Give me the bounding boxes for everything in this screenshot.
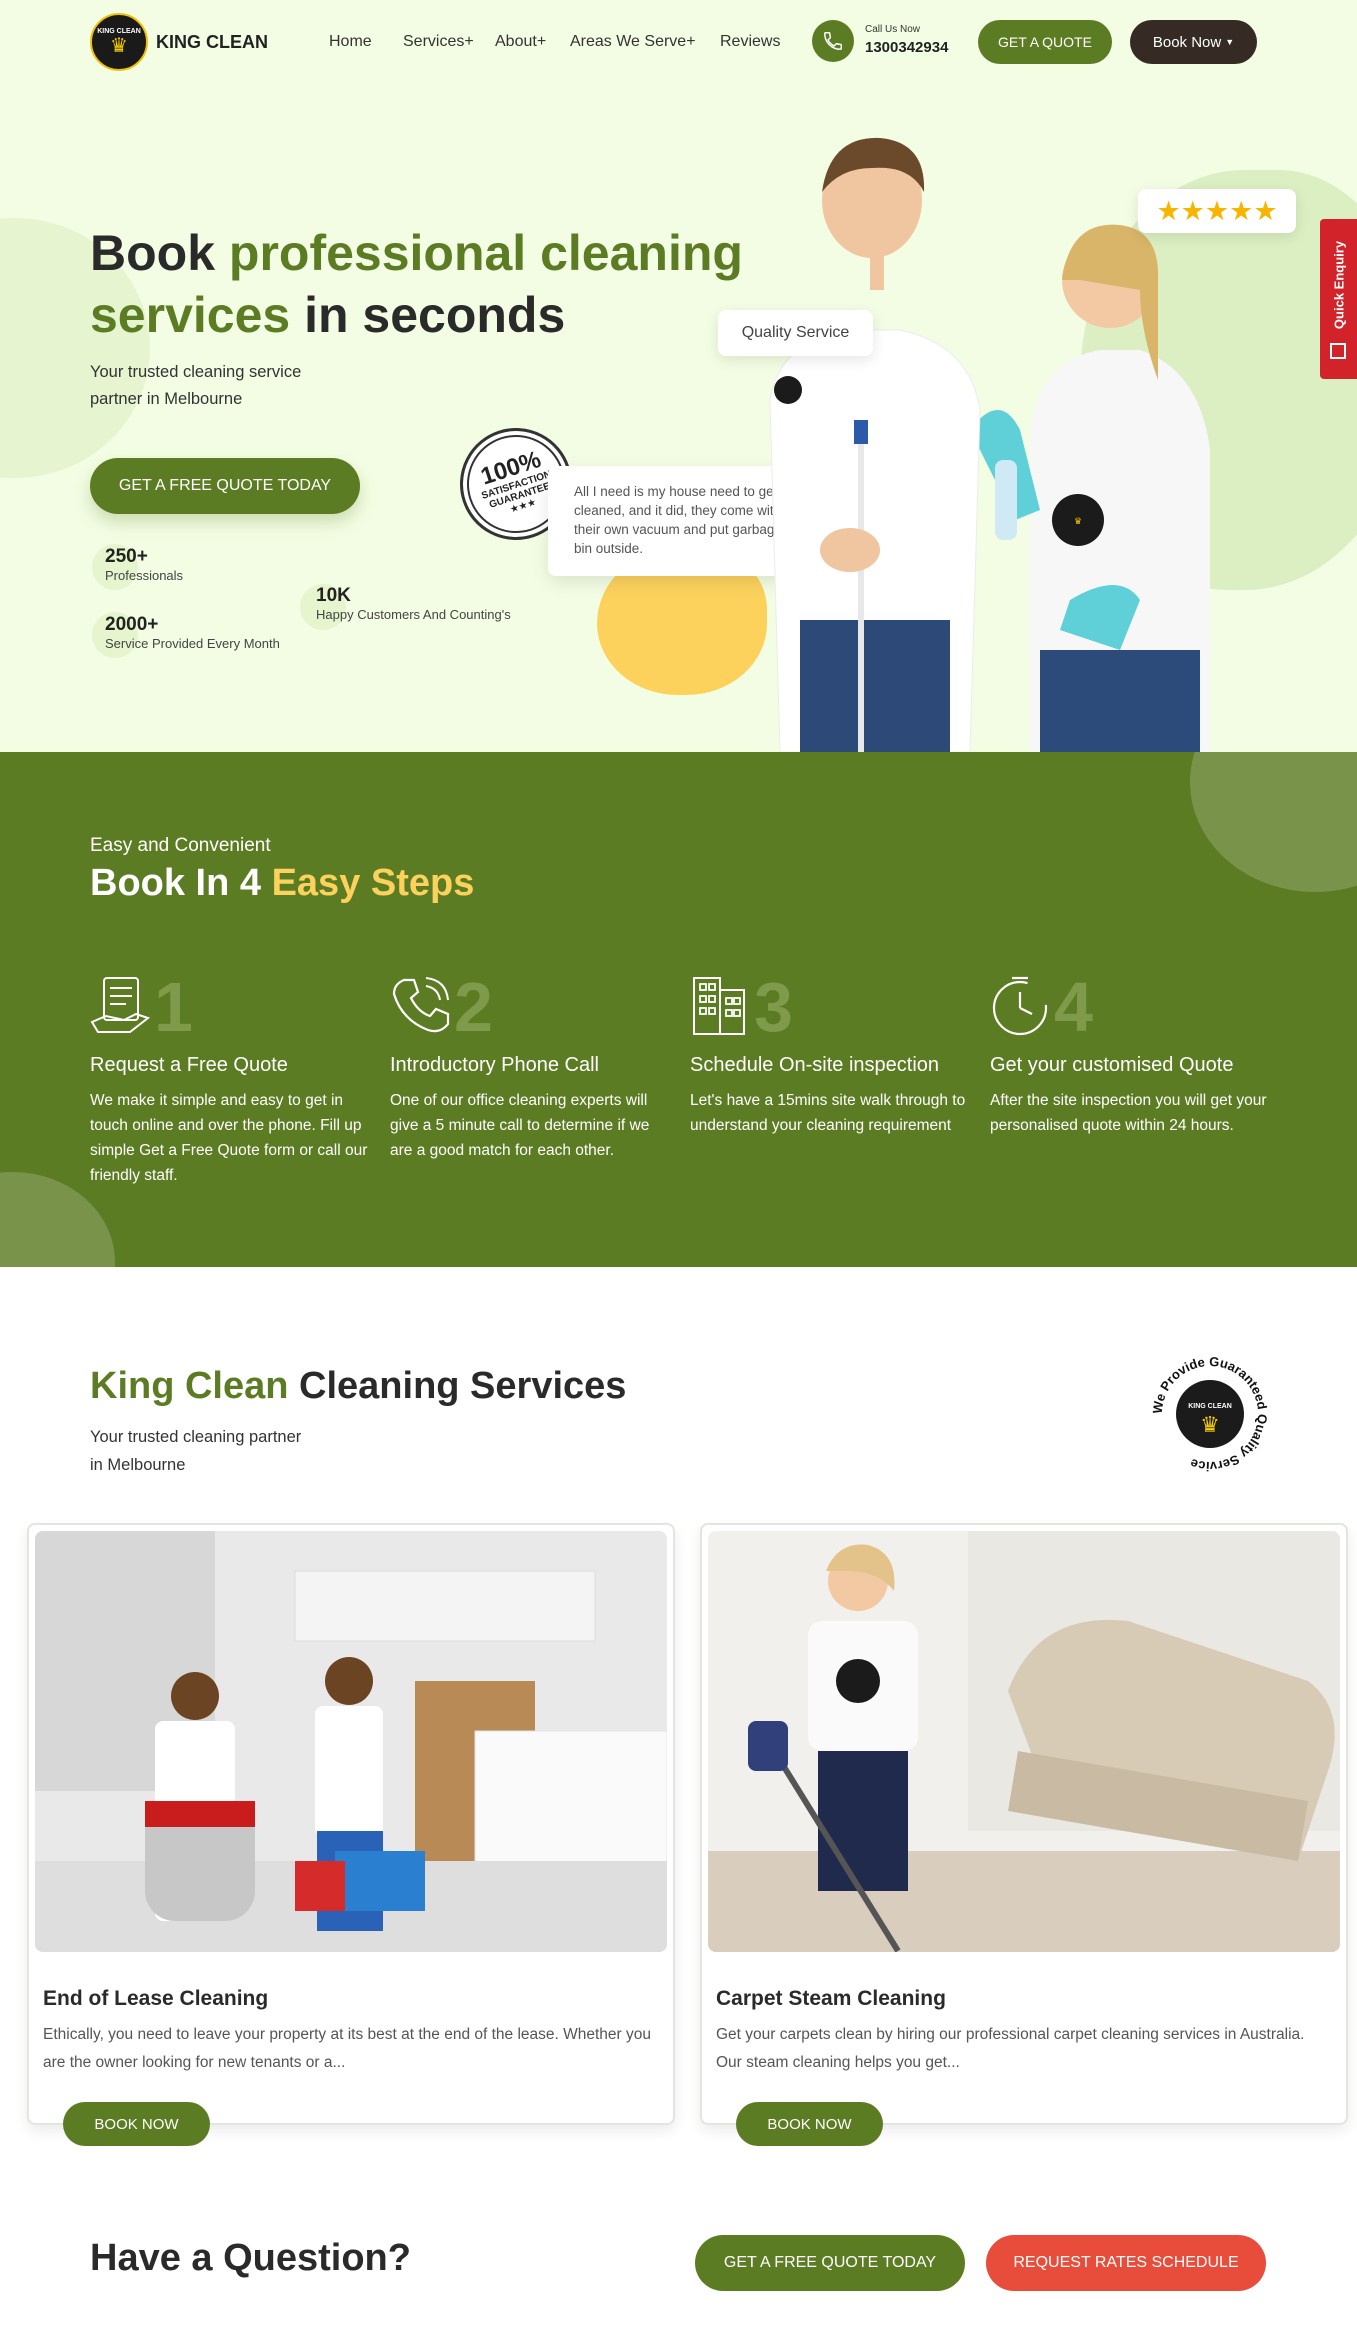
hero-free-quote-label: GET A FREE QUOTE TODAY: [118, 477, 332, 494]
logo-badge: KING CLEAN ♛: [90, 13, 148, 71]
service-card-carpet-steam[interactable]: Carpet Steam Cleaning Get your carpets c…: [700, 1523, 1348, 2125]
book-now-label: BOOK NOW: [767, 2115, 852, 2133]
steps-blob-top: [1190, 752, 1357, 892]
services-title: King Clean Cleaning Services: [90, 1365, 626, 1408]
end-of-lease-photo: [35, 1531, 667, 1952]
hero-subtitle-line1: Your trusted cleaning service: [90, 363, 302, 381]
call-block[interactable]: Call Us Now 1300342934: [812, 20, 972, 64]
stat-label: Happy Customers And Counting's: [316, 607, 511, 622]
hero-section: KING CLEAN ♛ KING CLEAN Home Services+ A…: [0, 0, 1357, 752]
logo-text: KING CLEAN: [156, 31, 268, 52]
star-icon: ★: [1229, 195, 1254, 226]
stat-number: 10K: [316, 585, 351, 606]
step-text: One of our office cleaning experts will …: [390, 1092, 650, 1159]
logo[interactable]: KING CLEAN ♛ KING CLEAN: [90, 12, 270, 72]
step-title: Request a Free Quote: [90, 1054, 288, 1076]
phone-icon: [812, 20, 854, 62]
nav-about[interactable]: About+: [495, 33, 546, 51]
hero-title-part2: in seconds: [290, 287, 566, 343]
services-subtitle: Your trusted cleaning partner in Melbour…: [90, 1423, 301, 1479]
chevron-down-icon: ▼: [1225, 37, 1235, 47]
nav-areas[interactable]: Areas We Serve+: [570, 33, 696, 51]
quick-enquiry-tab[interactable]: Quick Enquiry: [1320, 219, 1357, 379]
step-number: 1: [154, 968, 193, 1046]
hero-title-part1: Book: [90, 225, 229, 281]
mail-icon: [1330, 343, 1346, 359]
stat-number: 2000+: [105, 614, 159, 635]
star-icon: ★: [1156, 195, 1181, 226]
man-figure: [769, 137, 981, 752]
quote-form-icon: [90, 977, 151, 1033]
quality-seal: We Provide Guaranteed Quality Service KI…: [1148, 1352, 1272, 1476]
nav-home[interactable]: Home: [329, 33, 372, 51]
nav-services[interactable]: Services+: [403, 33, 474, 51]
request-rates-schedule-button[interactable]: REQUEST RATES SCHEDULE: [986, 2235, 1266, 2291]
book-now-label: Book Now: [1152, 33, 1222, 51]
stat-number: 250+: [105, 546, 148, 567]
stat-professionals: 250+ Professionals: [105, 546, 183, 583]
hero-subtitle: Your trusted cleaning service partner in…: [90, 359, 301, 413]
service-card-end-of-lease[interactable]: End of Lease Cleaning Ethically, you nee…: [27, 1523, 675, 2125]
building-icon: [693, 977, 745, 1035]
woman-figure: ♛: [970, 224, 1210, 752]
seal-logo-text: KING CLEAN: [1188, 1403, 1232, 1410]
service-card-title: Carpet Steam Cleaning: [716, 1987, 946, 2010]
quality-service-text: Quality Service: [741, 324, 850, 341]
step-title: Get your customised Quote: [990, 1054, 1234, 1076]
book-now-end-of-lease-button[interactable]: BOOK NOW: [63, 2102, 210, 2146]
get-a-quote-button[interactable]: GET A QUOTE: [978, 20, 1112, 64]
services-subtitle-line1: Your trusted cleaning partner: [90, 1428, 302, 1446]
hero-free-quote-button[interactable]: GET A FREE QUOTE TODAY: [90, 458, 360, 514]
hero-title: Book professional cleaning services in s…: [90, 222, 770, 346]
step-title: Introductory Phone Call: [390, 1054, 600, 1076]
stat-happy-customers: 10K Happy Customers And Counting's: [316, 585, 511, 622]
logo-badge-text: KING CLEAN: [97, 27, 141, 35]
svg-text:♛: ♛: [1074, 516, 1082, 526]
clock-icon: [992, 976, 1048, 1036]
book-now-carpet-steam-button[interactable]: BOOK NOW: [736, 2102, 883, 2146]
step-number: 3: [754, 968, 793, 1046]
step-title: Schedule On-site inspection: [690, 1054, 940, 1076]
nav-reviews[interactable]: Reviews: [720, 33, 780, 51]
carpet-steam-photo: [708, 1531, 1340, 1952]
star-icon: ★: [1253, 195, 1278, 226]
service-card-text: Get your carpets clean by hiring our pro…: [716, 2026, 1305, 2071]
call-caption: Call Us Now: [865, 24, 921, 35]
request-rates-schedule-label: REQUEST RATES SCHEDULE: [1013, 2254, 1239, 2271]
question-title: Have a Question?: [90, 2237, 411, 2279]
steps-title-part1: Book In 4: [90, 862, 272, 904]
step-text: After the site inspection you will get y…: [990, 1092, 1267, 1134]
star-icon: ★: [1180, 195, 1205, 226]
steps-title: Book In 4 Easy Steps: [90, 862, 474, 905]
steps-section: Easy and Convenient Book In 4 Easy Steps…: [0, 752, 1357, 1267]
step-text: We make it simple and easy to get in tou…: [90, 1092, 368, 1184]
step-number: 4: [1054, 968, 1093, 1046]
services-subtitle-line2: in Melbourne: [90, 1456, 186, 1474]
call-number: 1300342934: [865, 39, 949, 56]
quick-enquiry-label: Quick Enquiry: [1331, 240, 1346, 330]
step-number: 2: [454, 968, 493, 1046]
step-text: Let's have a 15mins site walk through to…: [690, 1092, 966, 1134]
services-title-rest: Cleaning Services: [288, 1365, 627, 1407]
question-free-quote-label: GET A FREE QUOTE TODAY: [723, 2254, 937, 2271]
question-free-quote-button[interactable]: GET A FREE QUOTE TODAY: [695, 2235, 965, 2291]
get-a-quote-label: GET A QUOTE: [998, 34, 1092, 50]
phone-call-icon: [392, 977, 450, 1033]
book-now-label: BOOK NOW: [94, 2115, 179, 2133]
crown-icon: ♛: [1200, 1412, 1220, 1437]
quality-service-label: Quality Service: [718, 310, 873, 356]
services-title-highlight: King Clean: [90, 1365, 289, 1407]
hero-subtitle-line2: partner in Melbourne: [90, 390, 243, 408]
book-now-button[interactable]: Book Now ▼: [1130, 20, 1257, 64]
rating-stars: ★ ★ ★ ★ ★: [1138, 189, 1296, 233]
stat-label: Service Provided Every Month: [105, 636, 280, 651]
steps-kicker: Easy and Convenient: [90, 835, 271, 856]
star-icon: ★: [1204, 195, 1230, 226]
service-card-text: Ethically, you need to leave your proper…: [43, 2026, 652, 2071]
crown-icon: ♛: [110, 34, 128, 57]
stat-services-monthly: 2000+ Service Provided Every Month: [105, 614, 280, 651]
service-card-title: End of Lease Cleaning: [43, 1987, 269, 2010]
steps-title-highlight: Easy Steps: [271, 862, 475, 904]
stat-label: Professionals: [105, 568, 184, 583]
